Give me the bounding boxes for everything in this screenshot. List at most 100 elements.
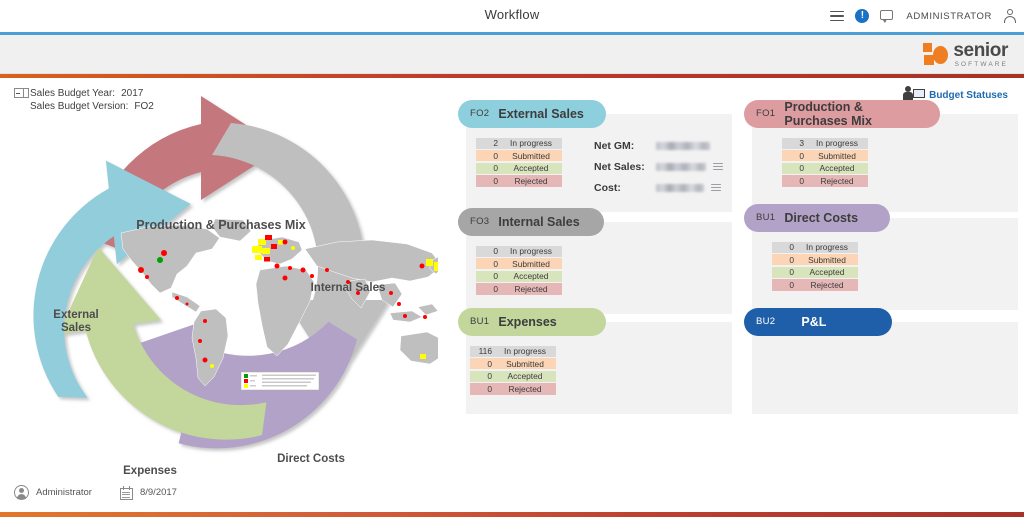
- metric-value-redacted: [656, 142, 710, 150]
- status-label: In progress: [816, 138, 858, 149]
- status-list: 0 In progress 0 Submitted 0 Accepted 0 R…: [476, 245, 562, 296]
- card-header-pl[interactable]: BU2 P&L: [744, 307, 892, 336]
- workflow-page: Workflow ! ADMINISTRATOR senior SOFTWARE: [0, 0, 1024, 517]
- user-account-icon[interactable]: [1003, 9, 1016, 23]
- status-row[interactable]: 0 Submitted: [782, 150, 868, 162]
- cycle-label-expenses: Expenses: [123, 464, 177, 477]
- brand-band: senior SOFTWARE: [0, 34, 1024, 74]
- card-title: Direct Costs: [784, 210, 859, 225]
- status-row[interactable]: 3 In progress: [782, 137, 868, 149]
- calendar-icon: [119, 485, 133, 500]
- footer-user-label: Administrator: [36, 487, 92, 498]
- status-label: In progress: [806, 242, 848, 253]
- card-code: BU1: [470, 316, 490, 327]
- status-list: 3 In progress 0 Submitted 0 Accepted 0 R…: [782, 137, 868, 188]
- person-circle-icon: [14, 485, 29, 500]
- status-label: Rejected: [514, 175, 548, 186]
- card-header-internal-sales[interactable]: FO3 Internal Sales: [458, 207, 604, 236]
- card-header-direct-costs[interactable]: BU1 Direct Costs: [744, 203, 890, 232]
- card-title: P&L: [801, 314, 827, 329]
- status-list: 2 In progress 0 Submitted 0 Accepted 0 R…: [476, 137, 562, 188]
- status-count: 0: [789, 242, 794, 253]
- status-row[interactable]: 0 Submitted: [470, 358, 556, 370]
- card-title: Expenses: [498, 314, 557, 329]
- top-bar-actions: ! ADMINISTRATOR: [830, 6, 1016, 26]
- status-count: 0: [493, 283, 498, 294]
- status-label: Rejected: [508, 383, 542, 394]
- status-row[interactable]: 0 Rejected: [772, 279, 858, 291]
- status-row[interactable]: 0 Rejected: [782, 175, 868, 187]
- status-count: 0: [799, 150, 804, 161]
- footer-user: Administrator: [14, 485, 92, 500]
- chat-icon[interactable]: [880, 9, 895, 23]
- status-label: Rejected: [820, 175, 854, 186]
- logo-mark-icon: [923, 41, 949, 67]
- status-label: Submitted: [512, 258, 550, 269]
- status-label: Rejected: [514, 283, 548, 294]
- workflow-cycle-diagram: Production & Purchases Mix Internal Sale…: [18, 90, 438, 477]
- status-label: In progress: [504, 346, 546, 357]
- status-count: 116: [478, 346, 492, 357]
- card-header-external-sales[interactable]: FO2 External Sales: [458, 99, 606, 128]
- card-code: FO3: [470, 216, 490, 227]
- status-count: 0: [493, 175, 498, 186]
- card-header-production-purchases-mix[interactable]: FO1 Production & Purchases Mix: [744, 99, 940, 128]
- status-row[interactable]: 0 Submitted: [772, 254, 858, 266]
- status-row[interactable]: 0 Submitted: [476, 258, 562, 270]
- status-label: Rejected: [810, 279, 844, 290]
- metric-label: Net GM:: [594, 140, 635, 152]
- status-row[interactable]: 0 Rejected: [476, 175, 562, 187]
- brand-tagline: SOFTWARE: [954, 60, 1008, 68]
- status-count: 0: [493, 246, 498, 257]
- status-row[interactable]: 0 Accepted: [476, 162, 562, 175]
- cycle-svg: [33, 95, 438, 448]
- metric-net-sales: Net Sales:: [594, 157, 723, 178]
- status-row[interactable]: 2 In progress: [476, 137, 562, 149]
- status-count: 0: [799, 175, 804, 186]
- status-list: 0 In progress 0 Submitted 0 Accepted 0 R…: [772, 241, 858, 292]
- status-row[interactable]: 0 Accepted: [476, 270, 562, 283]
- status-row[interactable]: 0 Submitted: [476, 150, 562, 162]
- status-row[interactable]: 0 Rejected: [470, 383, 556, 395]
- metric-label: Cost:: [594, 182, 621, 194]
- card-code: FO2: [470, 108, 490, 119]
- status-row[interactable]: 116 In progress: [470, 345, 556, 357]
- status-row[interactable]: 0 In progress: [476, 245, 562, 257]
- metric-label: Net Sales:: [594, 161, 645, 173]
- user-label: ADMINISTRATOR: [906, 10, 992, 22]
- metrics-list: Net GM: Net Sales: Cost:: [594, 136, 723, 199]
- status-count: 0: [493, 163, 498, 174]
- card-title: External Sales: [498, 106, 584, 121]
- bar-chart-icon[interactable]: [713, 163, 723, 171]
- footer-date-label: 8/9/2017: [139, 487, 177, 498]
- status-row[interactable]: 0 Accepted: [772, 266, 858, 279]
- card-title: Internal Sales: [498, 214, 580, 229]
- status-count: 0: [487, 358, 492, 369]
- brand-name: senior: [953, 39, 1008, 61]
- status-label: In progress: [510, 246, 552, 257]
- card-code: FO1: [756, 108, 776, 119]
- status-label: Accepted: [819, 163, 855, 174]
- status-row[interactable]: 0 In progress: [772, 241, 858, 253]
- status-row[interactable]: 0 Accepted: [470, 370, 556, 383]
- status-count: 0: [789, 279, 794, 290]
- status-label: Submitted: [808, 254, 846, 265]
- status-row[interactable]: 0 Rejected: [476, 283, 562, 295]
- metric-value-redacted: [656, 184, 704, 192]
- status-label: Accepted: [809, 267, 845, 278]
- status-row[interactable]: 0 Accepted: [782, 162, 868, 175]
- status-label: In progress: [510, 138, 552, 149]
- card-header-expenses[interactable]: BU1 Expenses: [458, 307, 606, 336]
- budget-cards: FO2 External Sales 2 In progress 0 Submi…: [458, 99, 1018, 440]
- hamburger-icon[interactable]: [830, 10, 845, 22]
- metric-value-redacted: [656, 163, 706, 171]
- bar-chart-icon[interactable]: [711, 184, 721, 192]
- status-label: Accepted: [507, 371, 543, 382]
- status-label: Submitted: [506, 358, 544, 369]
- status-count: 0: [493, 150, 498, 161]
- footer-date: 8/9/2017: [119, 485, 177, 500]
- card-code: BU2: [756, 316, 776, 327]
- status-list: 116 In progress 0 Submitted 0 Accepted 0…: [470, 345, 556, 396]
- info-icon[interactable]: !: [855, 9, 870, 23]
- status-count: 0: [789, 267, 794, 278]
